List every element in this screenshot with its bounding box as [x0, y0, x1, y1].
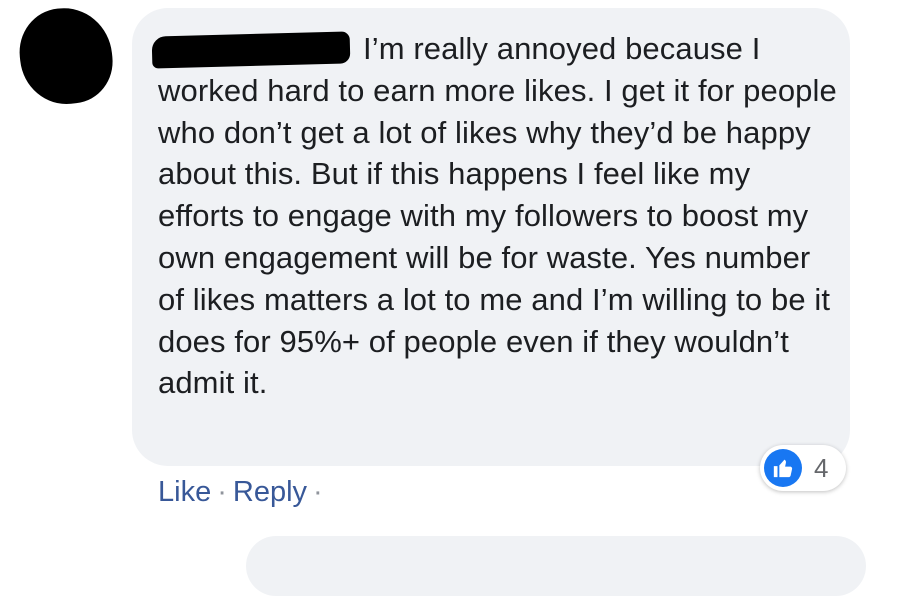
- thumbs-up-icon: [764, 449, 802, 487]
- separator-dot: ·: [313, 476, 323, 508]
- avatar-redacted[interactable]: [15, 3, 117, 109]
- next-comment-bubble: [246, 536, 866, 596]
- reaction-count: 4: [814, 452, 829, 483]
- like-link[interactable]: Like: [158, 476, 211, 508]
- comment-text: I’m really annoyed because I worked hard…: [158, 31, 837, 401]
- comment-actions: Like · Reply ·: [158, 474, 329, 510]
- reaction-summary[interactable]: 4: [760, 445, 846, 491]
- separator-dot: ·: [217, 476, 227, 508]
- reply-link[interactable]: Reply: [233, 476, 307, 508]
